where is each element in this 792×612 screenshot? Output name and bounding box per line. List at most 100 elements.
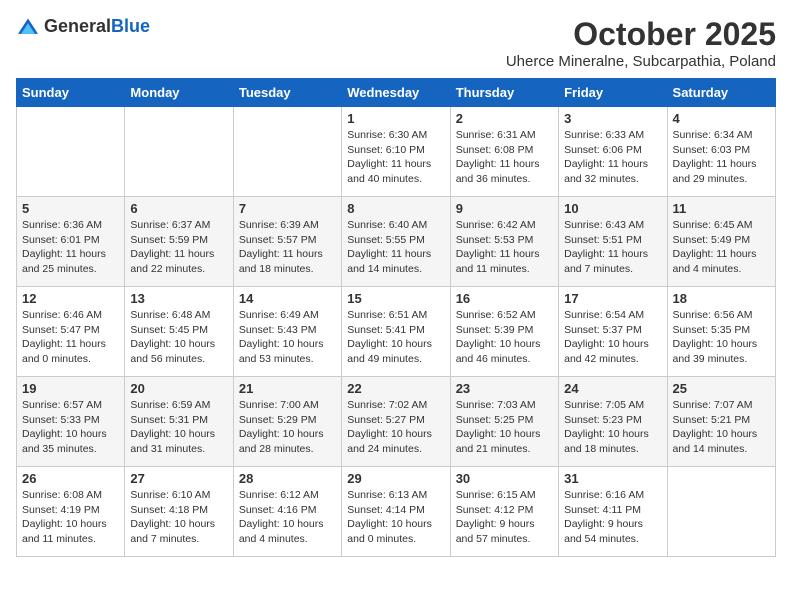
day-info: Sunrise: 6:43 AM Sunset: 5:51 PM Dayligh… bbox=[564, 218, 661, 277]
calendar-cell: 3 Sunrise: 6:33 AM Sunset: 6:06 PM Daylig… bbox=[559, 107, 667, 197]
day-info: Sunrise: 6:42 AM Sunset: 5:53 PM Dayligh… bbox=[456, 218, 553, 277]
day-header-monday: Monday bbox=[125, 79, 233, 107]
day-info: Sunrise: 6:54 AM Sunset: 5:37 PM Dayligh… bbox=[564, 308, 661, 367]
day-info: Sunrise: 6:16 AM Sunset: 4:11 PM Dayligh… bbox=[564, 488, 661, 547]
calendar-cell bbox=[233, 107, 341, 197]
day-info: Sunrise: 6:51 AM Sunset: 5:41 PM Dayligh… bbox=[347, 308, 444, 367]
day-number: 2 bbox=[456, 111, 553, 126]
calendar-cell: 31 Sunrise: 6:16 AM Sunset: 4:11 PM Dayli… bbox=[559, 467, 667, 557]
calendar-cell: 18Sunrise: 6:56 AM Sunset: 5:35 PM Dayli… bbox=[667, 287, 775, 377]
day-number: 21 bbox=[239, 381, 336, 396]
day-info: Sunrise: 7:02 AM Sunset: 5:27 PM Dayligh… bbox=[347, 398, 444, 457]
calendar-title: October 2025 bbox=[506, 16, 776, 53]
logo: GeneralBlue bbox=[16, 16, 150, 37]
calendar-cell: 12 Sunrise: 6:46 AM Sunset: 5:47 PM Dayli… bbox=[17, 287, 125, 377]
day-info: Sunrise: 6:49 AM Sunset: 5:43 PM Dayligh… bbox=[239, 308, 336, 367]
calendar-cell: 26 Sunrise: 6:08 AM Sunset: 4:19 PM Dayli… bbox=[17, 467, 125, 557]
calendar-cell: 10Sunrise: 6:43 AM Sunset: 5:51 PM Dayli… bbox=[559, 197, 667, 287]
day-number: 14 bbox=[239, 291, 336, 306]
day-info: Sunrise: 6:57 AM Sunset: 5:33 PM Dayligh… bbox=[22, 398, 119, 457]
day-info: Sunrise: 7:00 AM Sunset: 5:29 PM Dayligh… bbox=[239, 398, 336, 457]
calendar-cell bbox=[125, 107, 233, 197]
logo-general: General bbox=[44, 16, 111, 36]
calendar-cell: 15 Sunrise: 6:51 AM Sunset: 5:41 PM Dayli… bbox=[342, 287, 450, 377]
day-number: 11 bbox=[673, 201, 770, 216]
calendar-week-row: 1 Sunrise: 6:30 AM Sunset: 6:10 PM Daylig… bbox=[17, 107, 776, 197]
day-info: Sunrise: 6:36 AM Sunset: 6:01 PM Dayligh… bbox=[22, 218, 119, 277]
day-header-thursday: Thursday bbox=[450, 79, 558, 107]
day-header-saturday: Saturday bbox=[667, 79, 775, 107]
calendar-cell bbox=[667, 467, 775, 557]
day-number: 30 bbox=[456, 471, 553, 486]
calendar-week-row: 12 Sunrise: 6:46 AM Sunset: 5:47 PM Dayli… bbox=[17, 287, 776, 377]
calendar-cell: 30 Sunrise: 6:15 AM Sunset: 4:12 PM Dayli… bbox=[450, 467, 558, 557]
calendar-week-row: 26 Sunrise: 6:08 AM Sunset: 4:19 PM Dayli… bbox=[17, 467, 776, 557]
day-header-friday: Friday bbox=[559, 79, 667, 107]
day-info: Sunrise: 6:52 AM Sunset: 5:39 PM Dayligh… bbox=[456, 308, 553, 367]
day-info: Sunrise: 6:48 AM Sunset: 5:45 PM Dayligh… bbox=[130, 308, 227, 367]
day-info: Sunrise: 6:33 AM Sunset: 6:06 PM Dayligh… bbox=[564, 128, 661, 187]
calendar-cell: 25 Sunrise: 7:07 AM Sunset: 5:21 PM Dayli… bbox=[667, 377, 775, 467]
calendar-cell: 29Sunrise: 6:13 AM Sunset: 4:14 PM Dayli… bbox=[342, 467, 450, 557]
day-info: Sunrise: 6:08 AM Sunset: 4:19 PM Dayligh… bbox=[22, 488, 119, 547]
calendar-cell bbox=[17, 107, 125, 197]
calendar-cell: 5Sunrise: 6:36 AM Sunset: 6:01 PM Daylig… bbox=[17, 197, 125, 287]
day-number: 23 bbox=[456, 381, 553, 396]
day-number: 28 bbox=[239, 471, 336, 486]
day-number: 9 bbox=[456, 201, 553, 216]
day-info: Sunrise: 6:45 AM Sunset: 5:49 PM Dayligh… bbox=[673, 218, 770, 277]
day-info: Sunrise: 6:13 AM Sunset: 4:14 PM Dayligh… bbox=[347, 488, 444, 547]
day-info: Sunrise: 6:12 AM Sunset: 4:16 PM Dayligh… bbox=[239, 488, 336, 547]
day-number: 18 bbox=[673, 291, 770, 306]
day-number: 25 bbox=[673, 381, 770, 396]
calendar-cell: 7Sunrise: 6:39 AM Sunset: 5:57 PM Daylig… bbox=[233, 197, 341, 287]
day-info: Sunrise: 6:37 AM Sunset: 5:59 PM Dayligh… bbox=[130, 218, 227, 277]
day-info: Sunrise: 6:46 AM Sunset: 5:47 PM Dayligh… bbox=[22, 308, 119, 367]
day-number: 4 bbox=[673, 111, 770, 126]
day-number: 19 bbox=[22, 381, 119, 396]
calendar-cell: 21 Sunrise: 7:00 AM Sunset: 5:29 PM Dayli… bbox=[233, 377, 341, 467]
day-number: 6 bbox=[130, 201, 227, 216]
calendar-cell: 2Sunrise: 6:31 AM Sunset: 6:08 PM Daylig… bbox=[450, 107, 558, 197]
day-number: 20 bbox=[130, 381, 227, 396]
calendar-cell: 24Sunrise: 7:05 AM Sunset: 5:23 PM Dayli… bbox=[559, 377, 667, 467]
day-number: 26 bbox=[22, 471, 119, 486]
day-number: 1 bbox=[347, 111, 444, 126]
day-header-wednesday: Wednesday bbox=[342, 79, 450, 107]
day-number: 27 bbox=[130, 471, 227, 486]
calendar-cell: 27 Sunrise: 6:10 AM Sunset: 4:18 PM Dayli… bbox=[125, 467, 233, 557]
calendar-cell: 14 Sunrise: 6:49 AM Sunset: 5:43 PM Dayli… bbox=[233, 287, 341, 377]
calendar-cell: 22Sunrise: 7:02 AM Sunset: 5:27 PM Dayli… bbox=[342, 377, 450, 467]
calendar-week-row: 5Sunrise: 6:36 AM Sunset: 6:01 PM Daylig… bbox=[17, 197, 776, 287]
day-header-sunday: Sunday bbox=[17, 79, 125, 107]
day-number: 13 bbox=[130, 291, 227, 306]
day-info: Sunrise: 6:34 AM Sunset: 6:03 PM Dayligh… bbox=[673, 128, 770, 187]
day-info: Sunrise: 6:30 AM Sunset: 6:10 PM Dayligh… bbox=[347, 128, 444, 187]
calendar-cell: 8 Sunrise: 6:40 AM Sunset: 5:55 PM Daylig… bbox=[342, 197, 450, 287]
calendar-subtitle: Uherce Mineralne, Subcarpathia, Poland bbox=[506, 53, 776, 70]
calendar-cell: 9 Sunrise: 6:42 AM Sunset: 5:53 PM Daylig… bbox=[450, 197, 558, 287]
day-number: 8 bbox=[347, 201, 444, 216]
day-number: 12 bbox=[22, 291, 119, 306]
calendar-cell: 6 Sunrise: 6:37 AM Sunset: 5:59 PM Daylig… bbox=[125, 197, 233, 287]
calendar-cell: 23 Sunrise: 7:03 AM Sunset: 5:25 PM Dayli… bbox=[450, 377, 558, 467]
calendar-table: SundayMondayTuesdayWednesdayThursdayFrid… bbox=[16, 78, 776, 557]
day-info: Sunrise: 6:40 AM Sunset: 5:55 PM Dayligh… bbox=[347, 218, 444, 277]
calendar-cell: 11 Sunrise: 6:45 AM Sunset: 5:49 PM Dayli… bbox=[667, 197, 775, 287]
day-header-tuesday: Tuesday bbox=[233, 79, 341, 107]
day-number: 31 bbox=[564, 471, 661, 486]
logo-icon bbox=[16, 17, 40, 37]
day-number: 3 bbox=[564, 111, 661, 126]
day-info: Sunrise: 7:07 AM Sunset: 5:21 PM Dayligh… bbox=[673, 398, 770, 457]
calendar-cell: 20Sunrise: 6:59 AM Sunset: 5:31 PM Dayli… bbox=[125, 377, 233, 467]
day-info: Sunrise: 7:05 AM Sunset: 5:23 PM Dayligh… bbox=[564, 398, 661, 457]
day-info: Sunrise: 6:10 AM Sunset: 4:18 PM Dayligh… bbox=[130, 488, 227, 547]
calendar-cell: 16Sunrise: 6:52 AM Sunset: 5:39 PM Dayli… bbox=[450, 287, 558, 377]
calendar-cell: 17Sunrise: 6:54 AM Sunset: 5:37 PM Dayli… bbox=[559, 287, 667, 377]
calendar-header-row: SundayMondayTuesdayWednesdayThursdayFrid… bbox=[17, 79, 776, 107]
calendar-cell: 4 Sunrise: 6:34 AM Sunset: 6:03 PM Daylig… bbox=[667, 107, 775, 197]
day-info: Sunrise: 6:39 AM Sunset: 5:57 PM Dayligh… bbox=[239, 218, 336, 277]
day-info: Sunrise: 6:15 AM Sunset: 4:12 PM Dayligh… bbox=[456, 488, 553, 547]
day-number: 15 bbox=[347, 291, 444, 306]
day-info: Sunrise: 7:03 AM Sunset: 5:25 PM Dayligh… bbox=[456, 398, 553, 457]
